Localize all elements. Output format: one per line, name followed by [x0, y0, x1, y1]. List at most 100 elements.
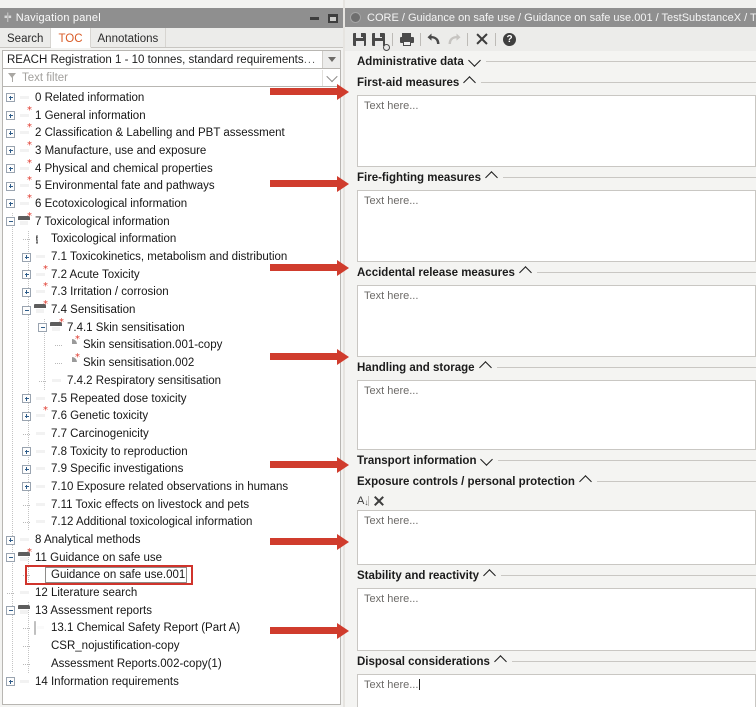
- delete-button[interactable]: [472, 30, 491, 49]
- tree-item-rename-input[interactable]: [45, 566, 187, 583]
- save-as-button[interactable]: [369, 30, 390, 51]
- tree-collapse-icon[interactable]: [6, 606, 15, 616]
- tree-item-label: Skin sensitisation.001-copy: [83, 339, 223, 352]
- undo-button[interactable]: [425, 30, 444, 49]
- tree-item[interactable]: 7.10 Exposure related observations in hu…: [3, 478, 340, 496]
- section-header-first-aid-measures[interactable]: First-aid measures: [345, 72, 756, 93]
- document-empty-icon: [34, 621, 47, 636]
- tree-collapse-icon[interactable]: [38, 323, 47, 333]
- print-button[interactable]: [397, 30, 416, 49]
- tree-collapse-icon[interactable]: [22, 305, 31, 315]
- modified-asterisk-icon: *: [43, 281, 48, 293]
- field-exposure-controls[interactable]: Text here...: [357, 510, 756, 565]
- tree-item[interactable]: * Skin sensitisation.001-copy: [3, 335, 340, 355]
- tree-expand-icon[interactable]: [22, 287, 31, 297]
- field-disposal-considerations[interactable]: Text here...: [357, 674, 756, 707]
- field-accidental-release-measures[interactable]: Text here...: [357, 285, 756, 357]
- tree-item[interactable]: * 7.4 Sensitisation: [3, 300, 340, 319]
- document-icon: [34, 463, 47, 475]
- tree-item[interactable]: * 6 Ecotoxicological information: [3, 193, 340, 213]
- drag-grip-icon: ▪|▪: [4, 12, 12, 23]
- tree-item[interactable]: * 7.4.1 Skin sensitisation: [3, 317, 340, 337]
- redo-button[interactable]: [444, 30, 463, 49]
- section-header-administrative-data[interactable]: Administrative data: [345, 51, 756, 72]
- section-header-exposure-controls[interactable]: Exposure controls / personal protection: [345, 471, 756, 492]
- tab-annotations[interactable]: Annotations: [90, 28, 167, 47]
- endpoint-study-icon: *: [66, 353, 80, 369]
- tree-item[interactable]: CSR_nojustification-copy: [3, 637, 340, 655]
- tree-item[interactable]: * 11 Guidance on safe use: [3, 547, 340, 567]
- clear-formatting-icon[interactable]: [373, 496, 383, 506]
- tree-expand-icon[interactable]: [6, 93, 15, 103]
- tree-expand-icon[interactable]: [22, 411, 31, 421]
- minimize-icon[interactable]: [310, 16, 319, 20]
- tree-item[interactable]: * 7.6 Genetic toxicity: [3, 406, 340, 425]
- field-fire-fighting-measures[interactable]: Text here...: [357, 190, 756, 262]
- document-status-icon: [350, 12, 361, 23]
- tree-item[interactable]: 7.12 Additional toxicological informatio…: [3, 514, 340, 532]
- tree-expand-icon[interactable]: [22, 482, 31, 492]
- tree-item[interactable]: * 1 General information: [3, 105, 340, 125]
- chevron-up-icon: [485, 171, 498, 184]
- tree-item[interactable]: * 7 Toxicological information: [3, 211, 340, 231]
- tree-item[interactable]: 7.7 Carcinogenicity: [3, 425, 340, 443]
- save-button[interactable]: [350, 30, 369, 49]
- section-header-handling-and-storage[interactable]: Handling and storage: [345, 357, 756, 378]
- tree-item[interactable]: * 2 Classification & Labelling and PBT as…: [3, 123, 340, 142]
- tree-item[interactable]: * 4 Physical and chemical properties: [3, 158, 340, 178]
- tree-collapse-icon[interactable]: [6, 217, 15, 227]
- text-filter-input[interactable]: Text filter: [22, 72, 322, 84]
- text-filter-row[interactable]: Text filter: [2, 69, 341, 87]
- tree-item[interactable]: 12 Literature search: [3, 584, 340, 602]
- tree-item[interactable]: 7.5 Repeated dose toxicity: [3, 390, 340, 408]
- undo-icon: [427, 33, 442, 45]
- tree-expand-icon[interactable]: [6, 199, 15, 209]
- document-icon: *: [18, 105, 32, 122]
- field-handling-and-storage[interactable]: Text here...: [357, 380, 756, 450]
- help-button[interactable]: ?: [500, 30, 519, 49]
- tree-expand-icon[interactable]: [22, 447, 31, 457]
- tree-item[interactable]: * 7.3 Irritation / corrosion: [3, 281, 340, 302]
- tree-item-label: 7.6 Genetic toxicity: [51, 410, 149, 423]
- field-stability-and-reactivity[interactable]: Text here...: [357, 588, 756, 651]
- tree-expand-icon[interactable]: [22, 270, 31, 280]
- tree-item[interactable]: Assessment Reports.002-copy(1): [3, 655, 340, 673]
- tree-expand-icon[interactable]: [6, 181, 15, 191]
- font-icon[interactable]: A ↓: [357, 495, 368, 507]
- tree-item[interactable]: 7.11 Toxic effects on livestock and pets: [3, 496, 340, 514]
- tree-collapse-icon[interactable]: [6, 553, 15, 563]
- tree-expand-icon[interactable]: [6, 535, 15, 545]
- tree-item[interactable]: i Toxicological information: [3, 231, 340, 249]
- section-header-transport-information[interactable]: Transport information: [345, 450, 756, 471]
- dossier-template-select[interactable]: REACH Registration 1 - 10 tonnes, standa…: [2, 50, 341, 69]
- section-header-fire-fighting-measures[interactable]: Fire-fighting measures: [345, 167, 756, 188]
- tree-item[interactable]: 13 Assessment reports: [3, 602, 340, 620]
- dossier-template-ellipsis[interactable]: ...: [304, 54, 322, 66]
- field-first-aid-measures[interactable]: Text here...: [357, 95, 756, 167]
- tree-expand-icon[interactable]: [6, 146, 15, 156]
- tab-search[interactable]: Search: [0, 28, 52, 47]
- maximize-icon[interactable]: [328, 13, 338, 23]
- tree-expand-icon[interactable]: [22, 252, 31, 262]
- section-title: Accidental release measures: [357, 266, 515, 279]
- tree-expand-icon[interactable]: [22, 394, 31, 404]
- tree-expand-icon[interactable]: [6, 128, 15, 138]
- tree-item[interactable]: 14 Information requirements: [3, 673, 340, 691]
- tree-item[interactable]: 7.8 Toxicity to reproduction: [3, 443, 340, 461]
- tree-expand-icon[interactable]: [6, 677, 15, 687]
- navigation-tabs: Search TOC Annotations: [0, 28, 343, 48]
- section-header-stability-and-reactivity[interactable]: Stability and reactivity: [345, 565, 756, 586]
- tree-item[interactable]: 7.4.2 Respiratory sensitisation: [3, 372, 340, 390]
- save-icon: [353, 32, 366, 46]
- tree-expand-icon[interactable]: [6, 164, 15, 174]
- document-toolbar: ?: [345, 27, 756, 52]
- tree-item[interactable]: * 3 Manufacture, use and exposure: [3, 140, 340, 160]
- tree-leaf-connector: [22, 571, 31, 580]
- tree-expand-icon[interactable]: [6, 111, 15, 121]
- section-header-disposal-considerations[interactable]: Disposal considerations: [345, 651, 756, 672]
- tab-toc[interactable]: TOC: [51, 28, 91, 48]
- dropdown-arrow-button[interactable]: [322, 51, 340, 68]
- tree-item-label: 7.10 Exposure related observations in hu…: [51, 480, 289, 493]
- section-header-accidental-release-measures[interactable]: Accidental release measures: [345, 262, 756, 283]
- tree-expand-icon[interactable]: [22, 464, 31, 474]
